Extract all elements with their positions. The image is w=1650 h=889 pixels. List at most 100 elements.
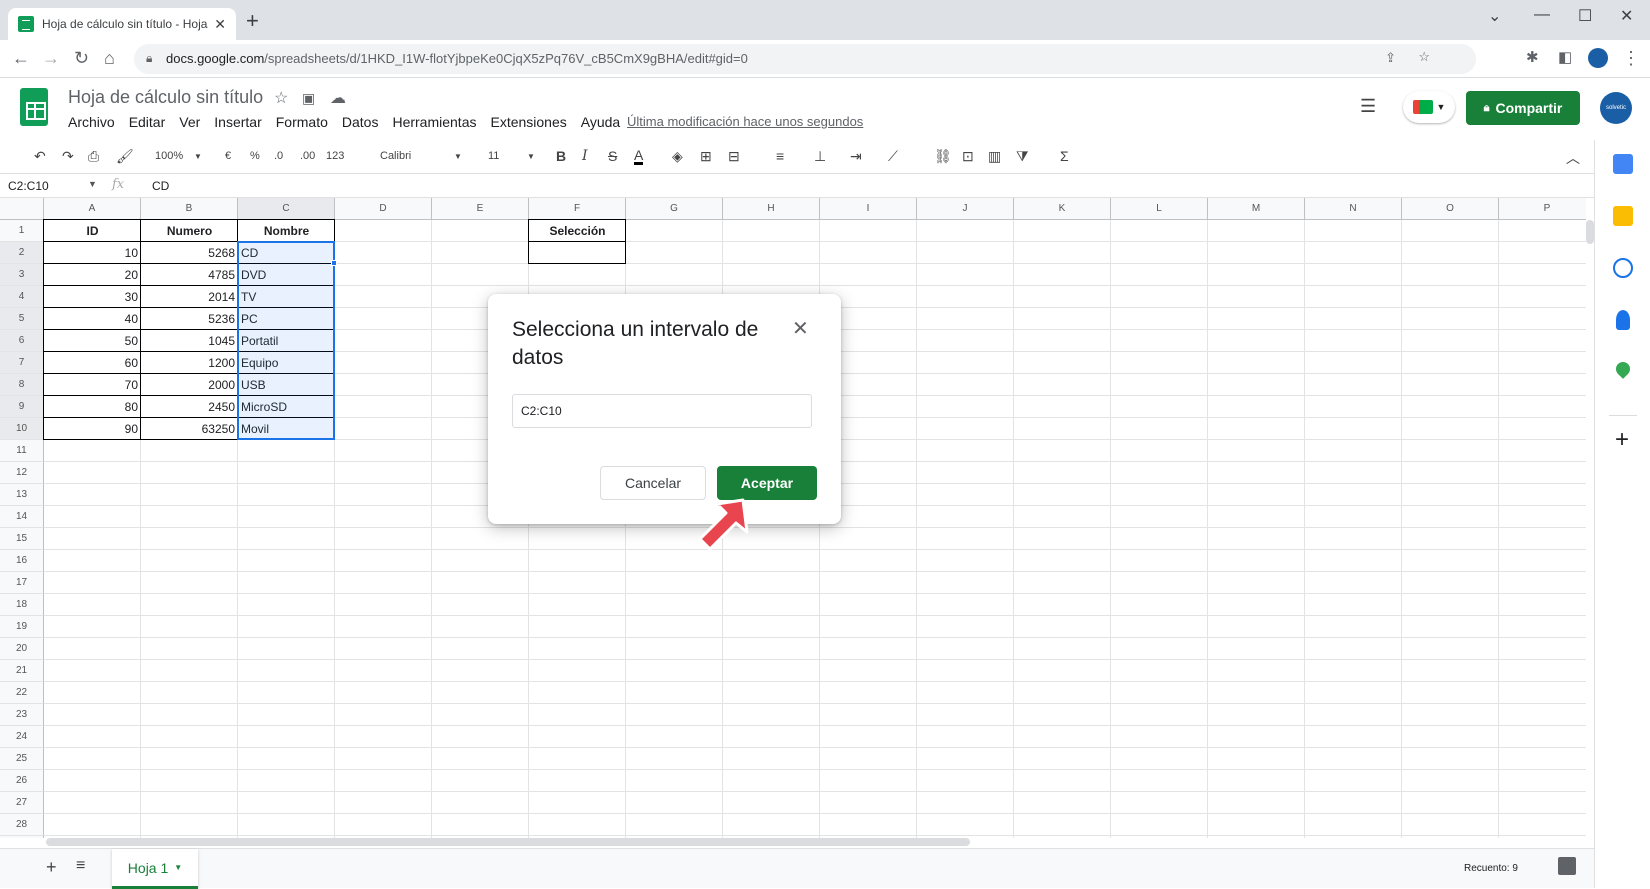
row-header-15[interactable]: 15 — [0, 528, 44, 550]
menu-herramientas[interactable]: Herramientas — [392, 114, 476, 130]
row-header-3[interactable]: 3 — [0, 264, 44, 286]
column-header-h[interactable]: H — [723, 198, 820, 220]
close-window-icon[interactable]: ✕ — [1620, 6, 1633, 26]
row-header-18[interactable]: 18 — [0, 594, 44, 616]
chevron-down-icon[interactable]: ▼ — [174, 863, 182, 872]
bold-icon[interactable]: B — [556, 148, 566, 164]
chevron-down-icon[interactable]: ▼ — [527, 152, 535, 161]
menu-ver[interactable]: Ver — [179, 114, 200, 130]
range-input[interactable] — [512, 394, 812, 428]
column-header-d[interactable]: D — [335, 198, 432, 220]
text-color-icon[interactable]: A — [634, 148, 644, 165]
menu-formato[interactable]: Formato — [276, 114, 328, 130]
percent-format-button[interactable]: % — [250, 150, 260, 162]
row-header-25[interactable]: 25 — [0, 748, 44, 770]
profile-icon[interactable] — [1588, 48, 1608, 68]
column-header-e[interactable]: E — [432, 198, 529, 220]
row-header-20[interactable]: 20 — [0, 638, 44, 660]
forward-icon[interactable]: → — [42, 48, 60, 69]
row-header-29[interactable]: 29 — [0, 836, 44, 838]
maximize-icon[interactable]: ☐ — [1578, 6, 1592, 26]
menu-archivo[interactable]: Archivo — [68, 114, 115, 130]
row-header-24[interactable]: 24 — [0, 726, 44, 748]
formula-input[interactable]: CD — [152, 179, 169, 193]
document-title[interactable]: Hoja de cálculo sin título — [68, 87, 263, 108]
filter-icon[interactable]: ⧩ — [1016, 148, 1029, 165]
print-icon[interactable]: ⎙ — [88, 148, 99, 165]
paint-format-icon[interactable]: 🖌︎ — [116, 148, 134, 165]
reload-icon[interactable]: ↻ — [74, 48, 89, 69]
chevron-down-icon[interactable]: ▼ — [454, 152, 462, 161]
menu-datos[interactable]: Datos — [342, 114, 379, 130]
all-sheets-icon[interactable]: ≡ — [76, 857, 85, 875]
row-header-6[interactable]: 6 — [0, 330, 44, 352]
status-summary[interactable]: Recuento: 9 — [1464, 863, 1518, 874]
tab-search-icon[interactable]: ⌄ — [1488, 6, 1501, 26]
fill-color-icon[interactable]: ◈ — [672, 148, 683, 165]
redo-icon[interactable]: ↷ — [62, 148, 74, 165]
row-header-19[interactable]: 19 — [0, 616, 44, 638]
menu-insertar[interactable]: Insertar — [214, 114, 261, 130]
row-header-2[interactable]: 2 — [0, 242, 44, 264]
menu-extensiones[interactable]: Extensiones — [490, 114, 566, 130]
last-modified-link[interactable]: Última modificación hace unos segundos — [627, 114, 863, 129]
row-header-23[interactable]: 23 — [0, 704, 44, 726]
row-header-9[interactable]: 9 — [0, 396, 44, 418]
column-header-l[interactable]: L — [1111, 198, 1208, 220]
keep-icon[interactable] — [1613, 206, 1633, 226]
functions-icon[interactable]: Σ — [1060, 148, 1069, 164]
browser-tab[interactable]: Hoja de cálculo sin título - Hojas ✕ — [8, 8, 236, 40]
menu-ayuda[interactable]: Ayuda — [581, 114, 620, 130]
column-header-b[interactable]: B — [141, 198, 238, 220]
name-box[interactable]: C2:C10 ▼ — [8, 179, 97, 193]
column-header-i[interactable]: I — [820, 198, 917, 220]
column-header-p[interactable]: P — [1499, 198, 1586, 220]
bookmark-star-icon[interactable]: ☆ — [1418, 49, 1430, 65]
row-header-8[interactable]: 8 — [0, 374, 44, 396]
row-header-7[interactable]: 7 — [0, 352, 44, 374]
column-header-f[interactable]: F — [529, 198, 626, 220]
row-header-12[interactable]: 12 — [0, 462, 44, 484]
address-bar[interactable]: 🔒︎ docs.google.com/spreadsheets/d/1HKD_I… — [134, 44, 1476, 74]
column-header-a[interactable]: A — [44, 198, 141, 220]
column-header-o[interactable]: O — [1402, 198, 1499, 220]
row-header-14[interactable]: 14 — [0, 506, 44, 528]
comments-icon[interactable]: ☰ — [1360, 96, 1376, 117]
currency-format-button[interactable]: € — [225, 150, 231, 162]
home-icon[interactable]: ⌂ — [104, 48, 115, 69]
browser-menu-icon[interactable]: ⋮ — [1622, 48, 1640, 69]
column-header-c[interactable]: C — [238, 198, 335, 220]
strikethrough-icon[interactable]: S — [608, 148, 617, 164]
column-header-k[interactable]: K — [1014, 198, 1111, 220]
meet-button[interactable]: ▼ — [1403, 91, 1455, 123]
chevron-down-icon[interactable]: ▼ — [194, 152, 202, 161]
contacts-icon[interactable] — [1616, 310, 1630, 330]
row-header-4[interactable]: 4 — [0, 286, 44, 308]
align-left-icon[interactable]: ≡ — [776, 148, 784, 164]
new-tab-icon[interactable]: + — [246, 8, 259, 34]
vertical-align-icon[interactable]: ⊥ — [814, 148, 826, 165]
merge-cells-icon[interactable]: ⊟ — [728, 148, 740, 165]
text-rotation-icon[interactable]: ⟋ — [888, 148, 898, 165]
select-all-corner[interactable] — [0, 198, 44, 220]
more-formats-button[interactable]: 123 — [326, 150, 344, 162]
comment-icon[interactable]: ⊡ — [962, 148, 974, 165]
row-header-22[interactable]: 22 — [0, 682, 44, 704]
chevron-down-icon[interactable]: ▼ — [88, 179, 97, 189]
undo-icon[interactable]: ↶ — [34, 148, 46, 165]
font-select[interactable]: Calibri — [380, 150, 411, 162]
row-header-11[interactable]: 11 — [0, 440, 44, 462]
collapse-menus-icon[interactable]: ︿ — [1566, 148, 1580, 168]
link-icon[interactable]: ⛓︎ — [934, 148, 952, 165]
row-header-27[interactable]: 27 — [0, 792, 44, 814]
star-icon[interactable]: ☆ — [274, 88, 288, 108]
side-panel-icon[interactable]: ◧ — [1558, 48, 1572, 66]
close-icon[interactable]: ✕ — [792, 316, 809, 341]
add-addon-icon[interactable]: + — [1615, 426, 1629, 454]
explore-icon[interactable] — [1558, 857, 1576, 875]
calendar-icon[interactable] — [1613, 154, 1633, 174]
row-header-13[interactable]: 13 — [0, 484, 44, 506]
row-header-1[interactable]: 1 — [0, 220, 44, 242]
extensions-icon[interactable]: ✱ — [1526, 48, 1539, 66]
font-size-select[interactable]: 11 — [488, 150, 499, 162]
